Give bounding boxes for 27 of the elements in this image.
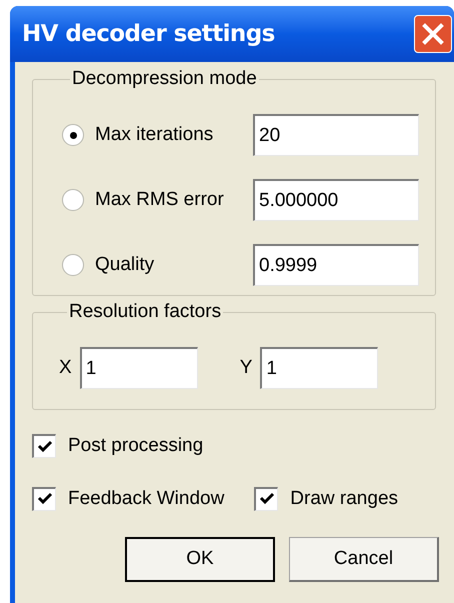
field-label: X (59, 356, 72, 380)
radio-label: Max iterations (95, 122, 214, 147)
input-field[interactable]: 1 (80, 347, 198, 389)
radio-button[interactable] (62, 254, 84, 276)
checkbox[interactable] (32, 486, 56, 511)
close-button[interactable] (414, 15, 452, 53)
field-label: Y (240, 356, 252, 380)
input-field[interactable]: 1 (260, 347, 378, 389)
check-icon (36, 438, 52, 455)
radio-label: Max RMS error (95, 188, 225, 212)
checkbox[interactable] (254, 486, 278, 511)
checkbox-label: Draw ranges (290, 486, 398, 510)
input-field[interactable]: 0.9999 (253, 244, 419, 286)
radio-button[interactable] (62, 189, 84, 211)
dialog-button[interactable]: Cancel (289, 537, 439, 582)
close-icon (421, 22, 445, 46)
dialog-button[interactable]: OK (125, 537, 275, 582)
group-label: Resolution factors (68, 301, 222, 323)
radio-button[interactable] (62, 124, 84, 146)
group-label: Decompression mode (71, 68, 258, 90)
checkbox-label: Feedback Window (68, 486, 224, 510)
checkbox-label: Post processing (68, 434, 204, 458)
checkbox[interactable] (32, 434, 56, 458)
window-title: HV decoder settings (22, 20, 275, 49)
radio-label: Quality (95, 252, 156, 277)
input-field[interactable]: 20 (253, 114, 419, 156)
input-field[interactable]: 5.000000 (253, 179, 419, 221)
